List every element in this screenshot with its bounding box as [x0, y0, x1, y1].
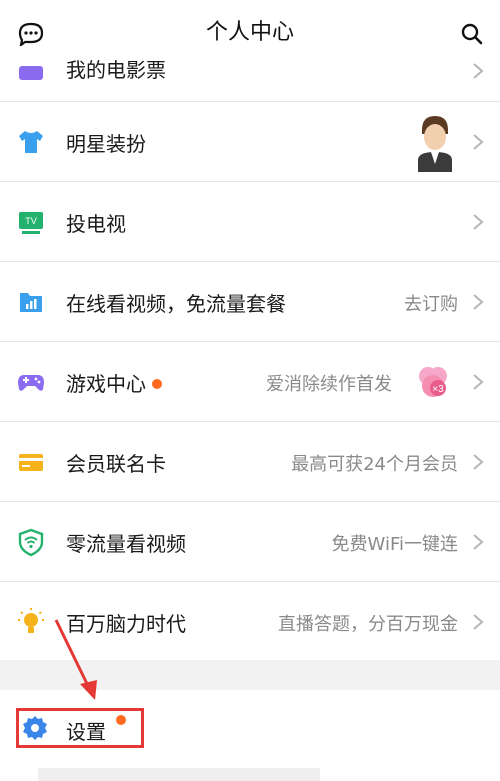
menu-item-data-plan[interactable]: 在线看视频，免流量套餐 去订购: [0, 262, 500, 342]
data-plan-icon: [20, 293, 42, 312]
menu-item-zero-data[interactable]: 零流量看视频 免费WiFi一键连: [0, 502, 500, 582]
menu-item-label: 在线看视频，免流量套餐: [66, 292, 286, 316]
notification-dot: [152, 378, 162, 389]
chevron-right-icon: [473, 534, 484, 550]
app-header: 个人中心: [0, 0, 500, 58]
section-divider: [0, 660, 500, 690]
menu-item-game-center[interactable]: 游戏中心 爱消除续作首发 ×3: [0, 342, 500, 422]
menu-item-label: 游戏中心: [66, 368, 162, 397]
menu-item-hint: 去订购: [404, 294, 458, 315]
page-title: 个人中心: [205, 20, 294, 45]
ticket-icon: [19, 66, 43, 80]
menu-item-label: 投电视: [66, 212, 126, 236]
menu-item-hint: 爱消除续作首发: [266, 374, 392, 395]
svg-text:TV: TV: [25, 216, 37, 226]
next-item-partial: [38, 768, 320, 781]
menu-item-hint: 最高可获24个月会员: [291, 454, 458, 475]
svg-text:×3: ×3: [432, 384, 444, 395]
menu-item-hint: 免费WiFi一键连: [331, 534, 458, 555]
gear-icon: [23, 716, 47, 740]
menu-item-member-card[interactable]: 会员联名卡 最高可获24个月会员: [0, 422, 500, 502]
shirt-icon: [19, 131, 43, 153]
notification-dot: [116, 715, 126, 725]
lightbulb-icon: [18, 608, 44, 633]
menu-item-label: 百万脑力时代: [66, 612, 186, 636]
celebrity-avatar: [418, 116, 452, 172]
card-icon: [19, 454, 43, 471]
chevron-right-icon: [473, 134, 484, 150]
chevron-right-icon: [473, 294, 484, 310]
chevron-right-icon: [473, 214, 484, 230]
settings-item[interactable]: 设置: [0, 690, 500, 760]
gamepad-icon: [18, 375, 44, 391]
menu-item-cast-tv[interactable]: TV 投电视: [0, 182, 500, 262]
bottom-area: [0, 760, 500, 781]
menu-item-label: 会员联名卡: [66, 452, 166, 476]
chevron-right-icon: [473, 63, 484, 79]
menu-item-label: 零流量看视频: [66, 532, 186, 556]
menu-item-star-dressup[interactable]: 明星装扮: [0, 102, 500, 182]
settings-label: 设置: [66, 720, 106, 744]
wifi-shield-icon: [18, 528, 44, 557]
menu-item-label: 我的电影票: [66, 58, 166, 82]
chevron-right-icon: [473, 614, 484, 630]
menu-item-hint: 直播答题，分百万现金: [278, 614, 458, 635]
menu-item-label: 明星装扮: [66, 132, 146, 156]
chevron-right-icon: [473, 374, 484, 390]
menu-item-brain-power[interactable]: 百万脑力时代 直播答题，分百万现金: [0, 582, 500, 662]
candy-game-icon: ×3: [419, 367, 447, 397]
chevron-right-icon: [473, 454, 484, 470]
search-icon[interactable]: [460, 22, 484, 46]
tv-icon: TV: [19, 212, 43, 234]
